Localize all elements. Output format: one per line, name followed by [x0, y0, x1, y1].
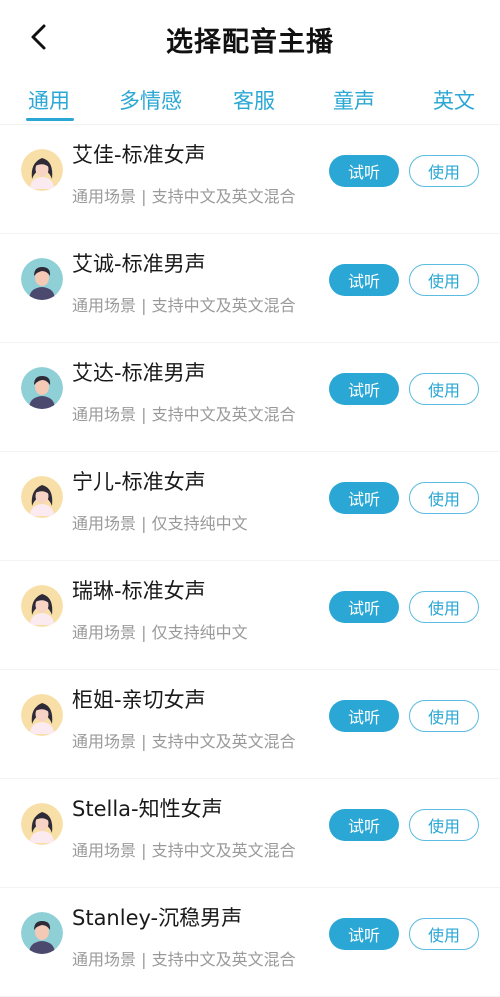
voice-row: Stanley-沉稳男声通用场景 | 支持中文及英文混合 试听 使用	[0, 888, 500, 997]
voice-name: 瑞琳-标准女声	[72, 579, 206, 603]
female-avatar-icon	[21, 585, 63, 627]
voice-row: 宁儿-标准女声通用场景 | 仅支持纯中文 试听 使用	[0, 452, 500, 561]
category-tabs: 通用 多情感 客服 童声 英文	[0, 76, 500, 125]
voice-description: 通用场景 | 支持中文及英文混合	[72, 296, 296, 315]
voice-name: 柜姐-亲切女声	[72, 688, 206, 712]
voice-row: 艾佳-标准女声通用场景 | 支持中文及英文混合 试听 使用	[0, 125, 500, 234]
voice-description: 通用场景 | 仅支持纯中文	[72, 623, 248, 642]
preview-button[interactable]: 试听	[329, 155, 399, 187]
preview-button[interactable]: 试听	[329, 700, 399, 732]
tab-english[interactable]: 英文	[433, 85, 475, 115]
use-button[interactable]: 使用	[409, 264, 479, 296]
voice-name: Stella-知性女声	[72, 797, 223, 821]
tab-customer-service[interactable]: 客服	[233, 85, 275, 115]
use-button[interactable]: 使用	[409, 809, 479, 841]
voice-row: 柜姐-亲切女声通用场景 | 支持中文及英文混合 试听 使用	[0, 670, 500, 779]
voice-name: 艾佳-标准女声	[72, 143, 206, 167]
tab-multi-emotion[interactable]: 多情感	[119, 85, 182, 115]
voice-name: Stanley-沉稳男声	[72, 906, 243, 930]
tab-general[interactable]: 通用	[28, 85, 70, 115]
preview-button[interactable]: 试听	[329, 264, 399, 296]
tab-child-voice[interactable]: 童声	[333, 85, 375, 115]
voice-description: 通用场景 | 支持中文及英文混合	[72, 841, 296, 860]
preview-button[interactable]: 试听	[329, 591, 399, 623]
voice-row: 艾达-标准男声通用场景 | 支持中文及英文混合 试听 使用	[0, 343, 500, 452]
top-bar: 选择配音主播	[0, 0, 500, 76]
use-button[interactable]: 使用	[409, 591, 479, 623]
voice-name: 艾诚-标准男声	[72, 252, 206, 276]
male-avatar-icon	[21, 367, 63, 409]
voice-name: 宁儿-标准女声	[72, 470, 206, 494]
voice-row: Stella-知性女声通用场景 | 支持中文及英文混合 试听 使用	[0, 779, 500, 888]
voice-description: 通用场景 | 支持中文及英文混合	[72, 950, 296, 969]
use-button[interactable]: 使用	[409, 918, 479, 950]
preview-button[interactable]: 试听	[329, 809, 399, 841]
preview-button[interactable]: 试听	[329, 373, 399, 405]
female-avatar-icon	[21, 803, 63, 845]
voice-description: 通用场景 | 支持中文及英文混合	[72, 405, 296, 424]
use-button[interactable]: 使用	[409, 482, 479, 514]
preview-button[interactable]: 试听	[329, 918, 399, 950]
voice-name: 艾达-标准男声	[72, 361, 206, 385]
voice-row: 艾诚-标准男声通用场景 | 支持中文及英文混合 试听 使用	[0, 234, 500, 343]
female-avatar-icon	[21, 694, 63, 736]
preview-button[interactable]: 试听	[329, 482, 399, 514]
male-avatar-icon	[21, 258, 63, 300]
female-avatar-icon	[21, 149, 63, 191]
voice-description: 通用场景 | 仅支持纯中文	[72, 514, 248, 533]
voice-description: 通用场景 | 支持中文及英文混合	[72, 732, 296, 751]
voice-row: 瑞琳-标准女声通用场景 | 仅支持纯中文 试听 使用	[0, 561, 500, 670]
voice-description: 通用场景 | 支持中文及英文混合	[72, 187, 296, 206]
male-avatar-icon	[21, 912, 63, 954]
use-button[interactable]: 使用	[409, 155, 479, 187]
use-button[interactable]: 使用	[409, 373, 479, 405]
page-title: 选择配音主播	[166, 27, 334, 58]
voice-list: 艾佳-标准女声 通用场景 | 支持中文及英文混合 试听 使用 艾诚-标准男声 通用场景 |…	[0, 125, 500, 997]
use-button[interactable]: 使用	[409, 700, 479, 732]
active-tab-indicator	[26, 118, 74, 121]
female-avatar-icon	[21, 476, 63, 518]
